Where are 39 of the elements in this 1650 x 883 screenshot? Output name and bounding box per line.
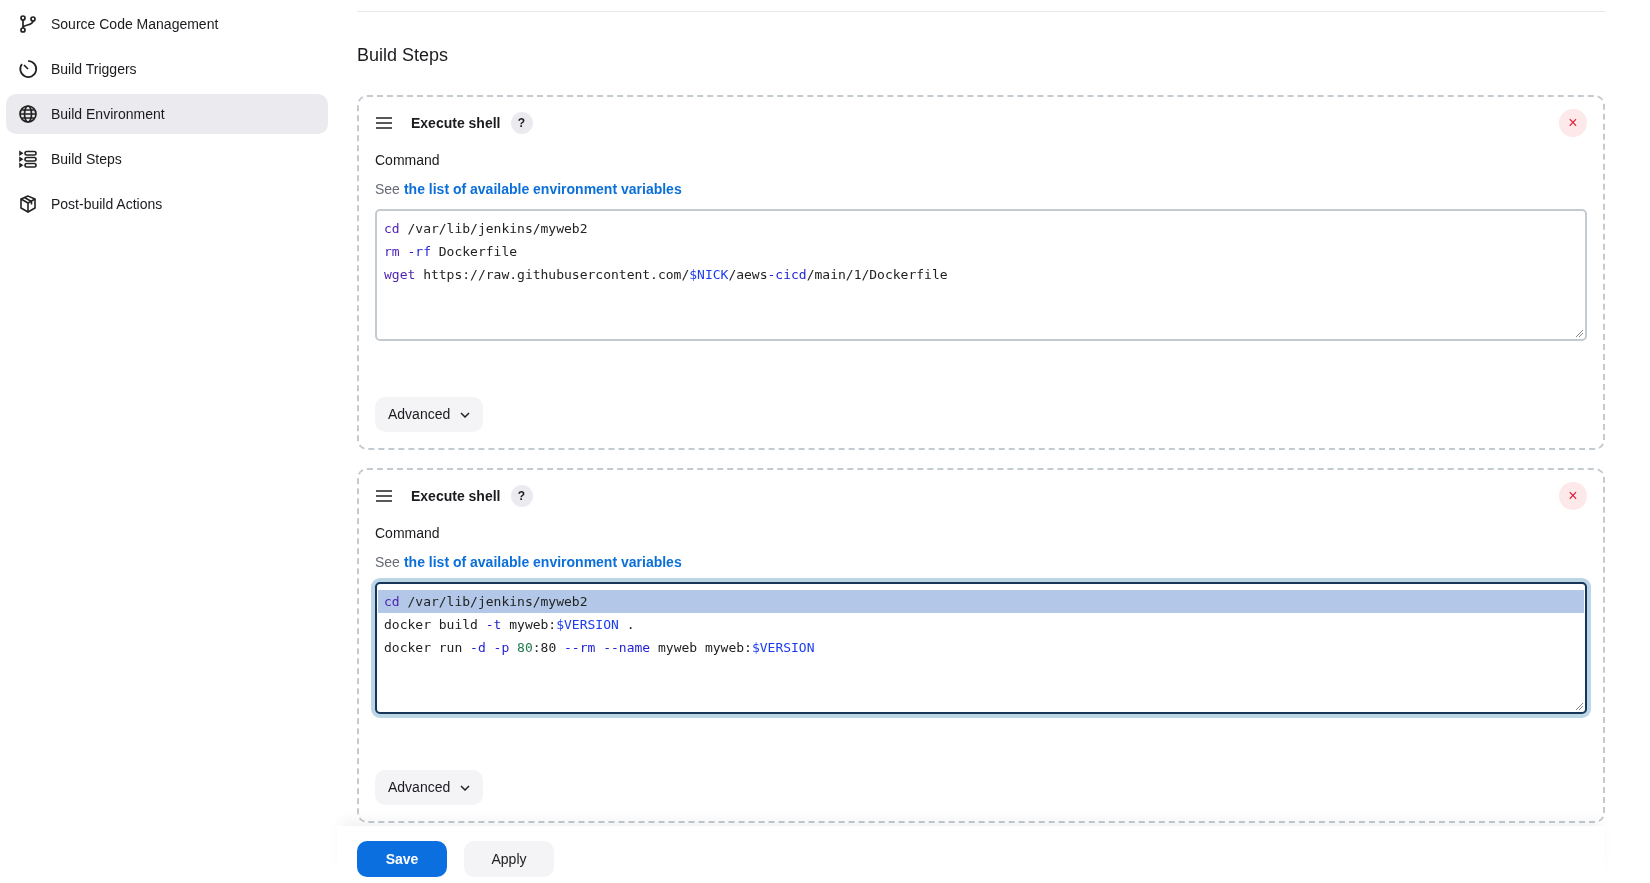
code-line: docker run -d -p 80:80 --rm --name myweb myweb:$VERSION [383,639,816,657]
drag-handle-icon[interactable] [376,117,392,129]
hint-text: See [375,180,400,199]
resize-handle-icon[interactable] [1576,703,1583,710]
sidebar-item[interactable]: Post-build Actions [6,184,328,224]
branch-icon [18,14,38,34]
sidebar-item[interactable]: Source Code Management [6,4,328,44]
drag-handle-icon[interactable] [376,490,392,502]
environment-variables-link[interactable]: the list of available environment variables [403,179,682,199]
code-line: cd /var/lib/jenkins/myweb2 [383,220,589,238]
field-label: Command [375,151,440,170]
code-line: docker build -t myweb:$VERSION . [383,616,636,634]
hint-text: See [375,553,400,572]
advanced-button[interactable]: Advanced [375,770,484,805]
package-icon [18,194,38,214]
field-label: Command [375,524,440,543]
command-editor[interactable]: cd /var/lib/jenkins/myweb2 rm -rf Dockerfile wget https://raw.githubusercontent.com/$NICK/aews-cicd/main/1/Dockerfile [375,209,1587,341]
timer-icon [18,59,38,79]
sidebar-item[interactable]: Build Environment [6,94,328,134]
close-button[interactable]: × [1559,482,1587,510]
step-title: Execute shell [411,113,501,133]
list-icon [18,149,38,169]
apply-button[interactable]: Apply [464,841,554,877]
save-button[interactable]: Save [357,841,447,877]
step-title: Execute shell [411,486,501,506]
chevron-down-icon [460,411,471,418]
sidebar-item[interactable]: Build Steps [6,139,328,179]
chevron-down-icon [460,784,471,791]
globe-icon [18,104,38,124]
close-button[interactable]: × [1559,109,1587,137]
code-line: rm -rf Dockerfile [383,243,519,261]
help-button[interactable]: ? [510,112,533,134]
environment-variables-link[interactable]: the list of available environment variables [403,552,682,572]
advanced-button[interactable]: Advanced [375,397,484,432]
help-button[interactable]: ? [510,485,533,507]
section-heading: Build Steps [357,44,449,67]
sidebar-item[interactable]: Build Triggers [6,49,328,89]
code-line: wget https://raw.githubusercontent.com/$NICK/aews-cicd/main/1/Dockerfile [383,266,949,284]
resize-handle-icon[interactable] [1576,330,1583,337]
